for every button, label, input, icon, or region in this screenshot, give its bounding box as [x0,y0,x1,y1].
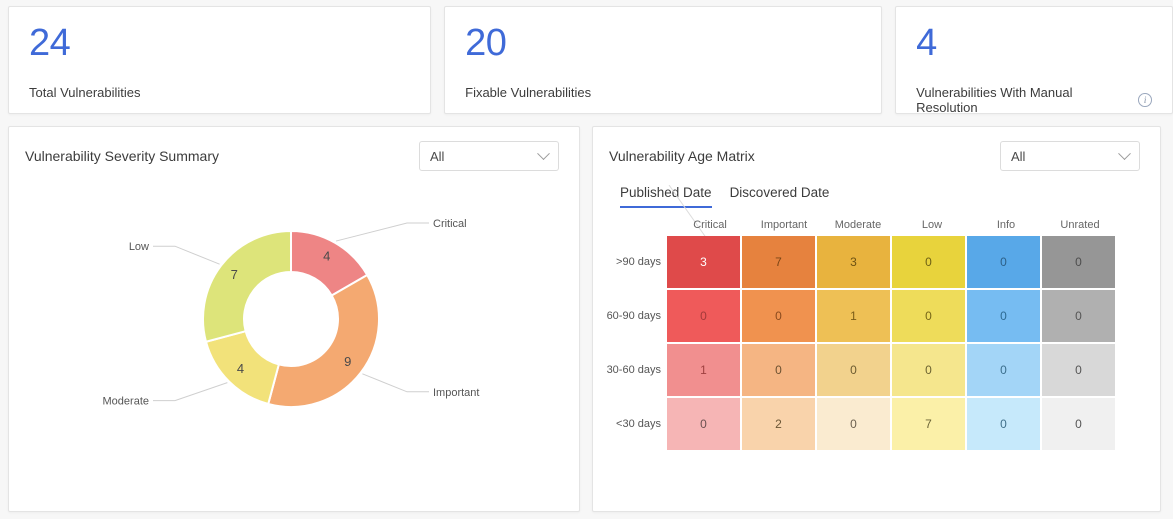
donut-slice[interactable] [268,275,379,407]
info-icon[interactable]: i [1138,93,1152,107]
matrix-cell[interactable]: 0 [1042,398,1115,450]
donut-category-label: Important [433,387,479,399]
matrix-row: 60-90 days001000 [601,290,1117,342]
matrix-cell[interactable]: 1 [817,290,890,342]
matrix-cell[interactable]: 2 [742,398,815,450]
kpi-value: 20 [465,21,861,65]
panel-header: Vulnerability Age Matrix All [593,127,1160,171]
matrix-row-header: 60-90 days [601,310,667,322]
matrix-cell[interactable]: 0 [817,398,890,450]
matrix-cell[interactable]: 0 [667,398,740,450]
matrix-cell[interactable]: 7 [892,398,965,450]
kpi-label: Total Vulnerabilities [29,85,410,100]
kpi-value: 4 [916,21,1152,65]
donut-slice[interactable] [203,231,291,342]
matrix-row-header: >90 days [601,256,667,268]
matrix-body: >90 days37300060-90 days00100030-60 days… [601,236,1117,450]
matrix-column-header: Critical [673,219,747,231]
kpi-label-text: Fixable Vulnerabilities [465,85,591,100]
donut-leader-line [153,383,227,401]
kpi-label: Vulnerabilities With Manual Resolution i [916,85,1152,115]
matrix-column-headers: CriticalImportantModerateLowInfoUnrated [673,219,1117,231]
kpi-card-manual-resolution: 4 Vulnerabilities With Manual Resolution… [895,6,1173,114]
matrix-cell[interactable]: 3 [667,236,740,288]
kpi-value: 24 [29,21,410,65]
age-filter-dropdown[interactable]: All [1000,141,1140,171]
severity-donut-chart: 4 9 4 7 Critical Important Moderate Low [9,171,579,471]
matrix-cell[interactable]: 3 [817,236,890,288]
kpi-card-total-vulnerabilities: 24 Total Vulnerabilities [8,6,431,114]
matrix-row: 30-60 days100000 [601,344,1117,396]
matrix-cell[interactable]: 0 [892,344,965,396]
kpi-label-text: Total Vulnerabilities [29,85,141,100]
matrix-cell[interactable]: 1 [667,344,740,396]
matrix-cell[interactable]: 0 [892,236,965,288]
matrix-cell[interactable]: 0 [967,398,1040,450]
donut-slice-value: 9 [344,354,351,369]
chevron-down-icon [1118,147,1131,160]
age-filter-value: All [1011,149,1025,164]
donut-slice-value: 4 [323,249,330,264]
donut-category-label: Critical [433,218,467,230]
donut-category-label: Moderate [103,396,149,408]
matrix-column-header: Moderate [821,219,895,231]
matrix-cell[interactable]: 0 [892,290,965,342]
matrix-row-header: <30 days [601,418,667,430]
matrix-cell[interactable]: 0 [817,344,890,396]
tab-published-date[interactable]: Published Date [620,185,712,208]
age-matrix-tabs: Published Date Discovered Date [593,171,1160,208]
matrix-column-header: Important [747,219,821,231]
vulnerability-severity-summary-panel: Vulnerability Severity Summary All 4 9 4 7 … [8,126,580,512]
donut-slices[interactable]: 4 9 4 7 [203,231,379,407]
severity-filter-dropdown[interactable]: All [419,141,559,171]
panel-title: Vulnerability Severity Summary [25,148,219,164]
panel-header: Vulnerability Severity Summary All [9,127,579,171]
donut-leader-line [336,223,429,241]
matrix-cell[interactable]: 0 [667,290,740,342]
matrix-row: <30 days020700 [601,398,1117,450]
tab-discovered-date[interactable]: Discovered Date [730,185,830,208]
matrix-cell[interactable]: 0 [1042,236,1115,288]
donut-svg: 4 9 4 7 Critical Important Moderate Low [9,179,581,469]
age-matrix-grid: CriticalImportantModerateLowInfoUnrated … [601,219,1117,452]
dashboard-page: 24 Total Vulnerabilities 20 Fixable Vuln… [0,0,1173,519]
donut-category-label: Low [129,241,149,253]
donut-leader-line [153,246,220,264]
severity-filter-value: All [430,149,444,164]
matrix-cell[interactable]: 0 [1042,344,1115,396]
matrix-cell[interactable]: 7 [742,236,815,288]
matrix-cell[interactable]: 0 [742,344,815,396]
donut-slice-value: 7 [231,267,238,282]
matrix-cell[interactable]: 0 [967,290,1040,342]
panel-row: Vulnerability Severity Summary All 4 9 4 7 … [0,114,1173,512]
matrix-column-header: Info [969,219,1043,231]
panel-title: Vulnerability Age Matrix [609,148,755,164]
kpi-label-text: Vulnerabilities With Manual Resolution [916,85,1131,115]
matrix-column-header: Low [895,219,969,231]
kpi-card-row: 24 Total Vulnerabilities 20 Fixable Vuln… [0,0,1173,114]
donut-slice-value: 4 [237,361,244,376]
kpi-card-fixable-vulnerabilities: 20 Fixable Vulnerabilities [444,6,882,114]
matrix-cell[interactable]: 0 [1042,290,1115,342]
matrix-cell[interactable]: 0 [967,344,1040,396]
matrix-cell[interactable]: 0 [742,290,815,342]
chevron-down-icon [537,147,550,160]
donut-leader-line [362,374,429,392]
matrix-row: >90 days373000 [601,236,1117,288]
kpi-label: Fixable Vulnerabilities [465,85,861,100]
matrix-column-header: Unrated [1043,219,1117,231]
matrix-row-header: 30-60 days [601,364,667,376]
vulnerability-age-matrix-panel: Vulnerability Age Matrix All Published D… [592,126,1161,512]
matrix-cell[interactable]: 0 [967,236,1040,288]
